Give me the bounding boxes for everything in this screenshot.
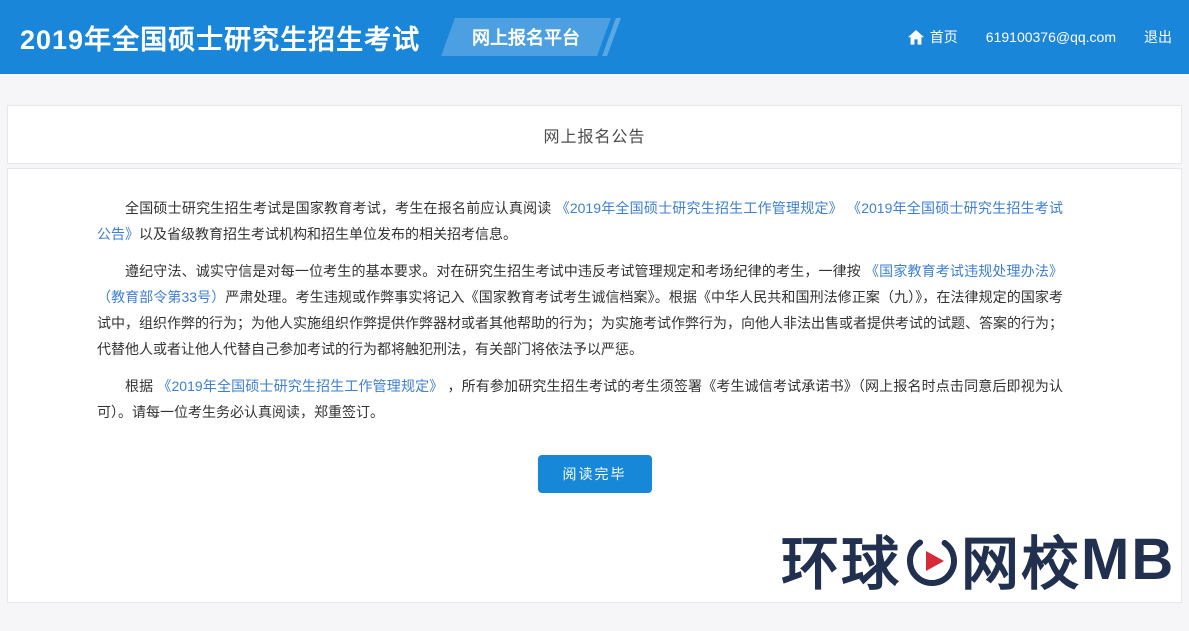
site-title: 2019年全国硕士研究生招生考试: [20, 18, 420, 57]
nav-logout[interactable]: 退出: [1144, 27, 1172, 47]
header-nav: 首页 619100376@qq.com 退出: [908, 27, 1189, 47]
inline-link[interactable]: 《2019年全国硕士研究生招生工作管理规定》: [556, 200, 843, 216]
announcement-title-panel: 网上报名公告: [7, 105, 1182, 164]
paragraph-text: 全国硕士研究生招生考试是国家教育考试，考生在报名前应认真阅读: [125, 200, 556, 216]
paragraph: 全国硕士研究生招生考试是国家教育考试，考生在报名前应认真阅读 《2019年全国硕…: [97, 195, 1063, 247]
user-email: 619100376@qq.com: [986, 29, 1116, 45]
nav-home[interactable]: 首页: [908, 27, 958, 47]
paragraph: 根据 《2019年全国硕士研究生招生工作管理规定》 ，所有参加研究生招生考试的考…: [97, 373, 1063, 425]
header: 2019年全国硕士研究生招生考试 网上报名平台 首页 619100376@qq.…: [0, 0, 1189, 74]
page-title: 网上报名公告: [543, 123, 645, 147]
nav-home-label: 首页: [930, 27, 958, 47]
paragraph-text: 遵纪守法、诚实守信是对每一位考生的基本要求。对在研究生招生考试中违反考试管理规定…: [125, 263, 865, 279]
paragraph-text: 以及省级教育招生考试机构和招生单位发布的相关招考信息。: [139, 226, 517, 242]
paragraph-text: 严肃处理。考生违规或作弊事实将记入《国家教育考试考生诚信档案》。根据《中华人民共…: [97, 289, 1063, 357]
inline-link[interactable]: 《2019年全国硕士研究生招生工作管理规定》: [157, 378, 443, 394]
platform-badge: 网上报名平台: [441, 18, 611, 56]
button-row: 阅读完毕: [8, 455, 1181, 493]
paragraph: 遵纪守法、诚实守信是对每一位考生的基本要求。对在研究生招生考试中违反考试管理规定…: [97, 258, 1063, 362]
home-icon: [908, 30, 924, 45]
read-complete-button[interactable]: 阅读完毕: [538, 455, 652, 493]
announcement-body: 全国硕士研究生招生考试是国家教育考试，考生在报名前应认真阅读 《2019年全国硕…: [97, 195, 1063, 425]
paragraph-text: 根据: [125, 378, 157, 394]
announcement-panel: 全国硕士研究生招生考试是国家教育考试，考生在报名前应认真阅读 《2019年全国硕…: [7, 168, 1182, 603]
platform-badge-label: 网上报名平台: [472, 24, 580, 50]
